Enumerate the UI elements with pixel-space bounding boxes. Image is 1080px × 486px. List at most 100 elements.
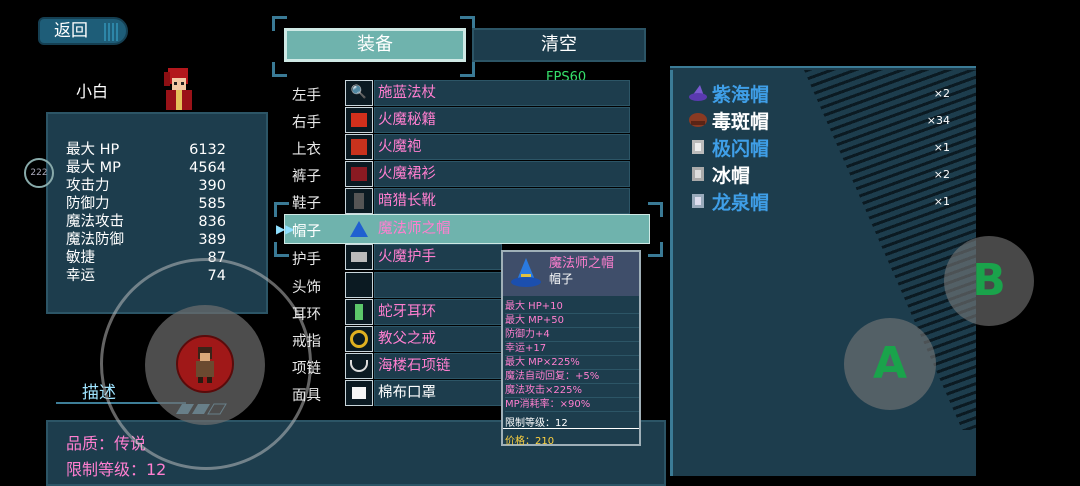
back-button[interactable]: 返回 <box>38 17 128 45</box>
book-icon[interactable] <box>345 107 373 133</box>
mask-icon[interactable] <box>345 380 373 406</box>
skirt-icon[interactable] <box>345 161 373 187</box>
stat-label: 最大 MP <box>66 160 121 176</box>
slot-item[interactable]: 海楼石项链 <box>374 353 502 379</box>
robe-icon[interactable] <box>345 134 373 160</box>
slot-label: 项链 <box>292 361 321 377</box>
tab-clear[interactable]: 清空 <box>472 28 646 62</box>
stat-value: 585 <box>198 196 226 212</box>
stat-label: 魔法防御 <box>66 232 124 248</box>
inventory-item[interactable]: 紫海帽 <box>712 80 769 107</box>
inventory-item[interactable]: 龙泉帽 <box>712 188 769 215</box>
tooltip-stat: 魔法攻击×225% <box>505 384 639 398</box>
flash-hat-icon <box>692 140 704 154</box>
b-button[interactable]: B <box>944 236 1034 326</box>
inventory-item[interactable]: 毒斑帽 <box>712 107 769 134</box>
tooltip-level: 限制等级：12 <box>505 418 568 429</box>
stat-value: 390 <box>198 178 226 194</box>
joystick-knob[interactable] <box>176 335 234 393</box>
staff-icon[interactable]: 🔍 <box>345 80 373 106</box>
slot-item[interactable]: 魔法师之帽 <box>374 216 630 242</box>
empty-slot[interactable] <box>345 272 373 298</box>
side-indicator[interactable]: 222 <box>24 158 54 188</box>
slot-label: 护手 <box>292 252 321 268</box>
slot-label: 右手 <box>292 115 321 131</box>
slot-label: 戒指 <box>292 334 321 350</box>
slot-label: 帽子 <box>292 224 321 240</box>
slot-item[interactable]: 教父之戒 <box>374 326 502 352</box>
tooltip-item-type: 帽子 <box>549 272 574 286</box>
divider <box>503 428 639 429</box>
slot-label: 面具 <box>292 388 321 404</box>
wizard-hat-icon <box>511 258 541 287</box>
slot-label: 头饰 <box>292 280 321 296</box>
slot-label: 左手 <box>292 88 321 104</box>
slot-item[interactable]: 火魔袍 <box>374 134 630 160</box>
tooltip-stat: 防御力+4 <box>505 328 639 342</box>
character-sprite-icon <box>196 347 214 383</box>
tooltip-stat: 最大 MP×225% <box>505 356 639 370</box>
stat-label: 敏捷 <box>66 250 95 266</box>
tab-equip[interactable]: 装备 <box>284 28 466 62</box>
tooltip-stat: 最大 HP+10 <box>505 300 639 314</box>
frame-corner <box>272 62 287 77</box>
stat-label: 攻击力 <box>66 178 110 194</box>
frame-corner <box>274 242 289 257</box>
wizard-hat-icon[interactable] <box>345 216 373 242</box>
stat-value: 4564 <box>189 160 226 176</box>
necklace-icon[interactable] <box>345 353 373 379</box>
slot-item[interactable]: 火魔护手 <box>374 244 502 270</box>
stat-row: 魔法攻击 836 <box>66 213 226 231</box>
gauntlet-icon[interactable] <box>345 244 373 270</box>
character-portrait <box>164 68 192 110</box>
slot-label: 裤子 <box>292 169 321 185</box>
poison-hat-icon <box>689 113 707 127</box>
tooltip-price: 价格：210 <box>505 436 555 447</box>
slot-item[interactable]: 施蓝法杖 <box>374 80 630 106</box>
tooltip-item-name: 魔法师之帽 <box>549 256 615 271</box>
slot-label: 上衣 <box>292 142 321 158</box>
stat-label: 防御力 <box>66 196 110 212</box>
slot-item[interactable]: 火魔裙衫 <box>374 161 630 187</box>
stat-label: 魔法攻击 <box>66 214 124 230</box>
inventory-qty: ×1 <box>933 195 950 208</box>
tooltip-stat: 最大 MP+50 <box>505 314 639 328</box>
frame-corner <box>274 202 289 217</box>
stat-label: 最大 HP <box>66 142 120 158</box>
boots-icon[interactable] <box>345 188 373 214</box>
stat-label: 幸运 <box>66 268 95 284</box>
slot-item[interactable]: 棉布口罩 <box>374 380 502 406</box>
slot-item[interactable]: 火魔秘籍 <box>374 107 630 133</box>
ice-hat-icon <box>692 167 704 181</box>
divider <box>670 70 673 476</box>
stat-value: 836 <box>198 214 226 230</box>
stat-row: 防御力 585 <box>66 195 226 213</box>
item-level-requirement: 限制等级：12 <box>66 460 167 479</box>
slot-label: 耳环 <box>292 307 321 323</box>
ring-icon[interactable] <box>345 326 373 352</box>
earring-icon[interactable] <box>345 299 373 325</box>
stat-row: 攻击力 390 <box>66 177 226 195</box>
a-button[interactable]: A <box>844 318 936 410</box>
inventory-qty: ×2 <box>933 168 950 181</box>
frame-corner <box>648 202 663 217</box>
inventory-item[interactable]: 冰帽 <box>712 161 750 188</box>
slot-item[interactable]: 蛇牙耳环 <box>374 299 502 325</box>
character-name: 小白 <box>76 82 109 101</box>
purple-hat-icon <box>689 85 707 101</box>
tooltip-stat: MP消耗率：×90% <box>505 398 639 412</box>
tooltip-stat: 幸运+17 <box>505 342 639 356</box>
inventory-qty: ×1 <box>933 141 950 154</box>
stat-value: 389 <box>198 232 226 248</box>
inventory-qty: ×2 <box>933 87 950 100</box>
inventory-qty: ×34 <box>926 114 950 127</box>
dragon-hat-icon <box>692 194 704 208</box>
inventory-item[interactable]: 极闪帽 <box>712 134 769 161</box>
frame-corner <box>460 62 475 77</box>
slot-item[interactable] <box>374 272 502 298</box>
tooltip-stat: 魔法自动回复：+5% <box>505 370 639 384</box>
slot-item[interactable]: 暗猎长靴 <box>374 188 630 214</box>
back-label: 返回 <box>54 21 88 41</box>
frame-corner <box>648 242 663 257</box>
stat-row: 魔法防御 389 <box>66 231 226 249</box>
